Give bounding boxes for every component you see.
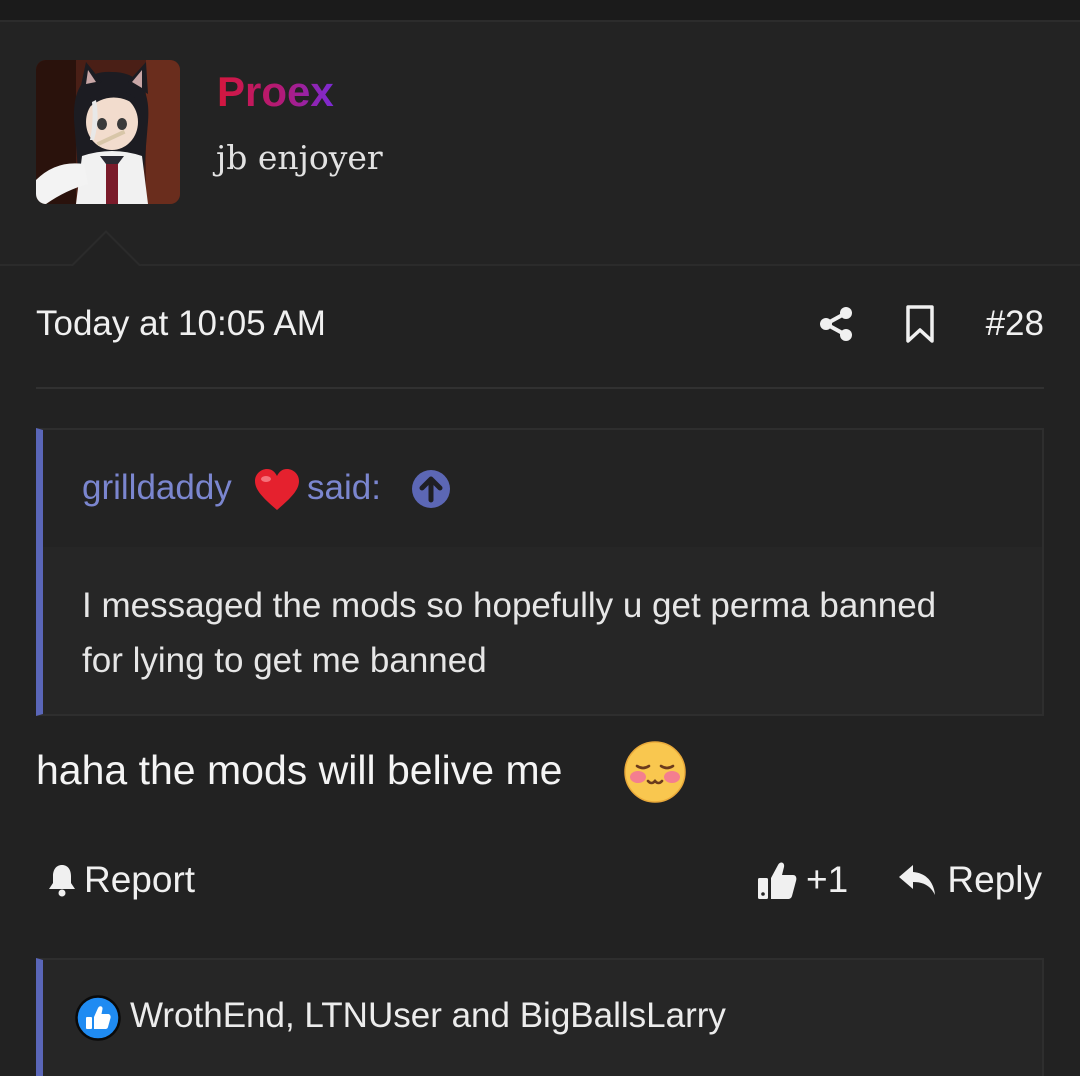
reaction-users[interactable]: WrothEnd, LTNUser and BigBallsLarry bbox=[130, 996, 726, 1036]
like-reaction-icon bbox=[75, 995, 121, 1041]
header-notch-inner bbox=[72, 233, 140, 267]
reply-arrow-icon bbox=[899, 865, 936, 895]
reply-label: Reply bbox=[947, 859, 1042, 900]
heart-icon bbox=[255, 469, 299, 510]
post-meta: Today at 10:05 AM #28 bbox=[36, 300, 1044, 352]
thumbs-up-icon bbox=[758, 862, 797, 899]
post-message: haha the mods will belive me bbox=[36, 747, 563, 793]
report-button[interactable]: Report bbox=[46, 852, 195, 908]
user-title: jb enjoyer bbox=[216, 138, 383, 177]
quote-said-label: said: bbox=[307, 468, 381, 507]
meta-divider bbox=[36, 387, 1044, 389]
quote-author[interactable]: grilldaddy bbox=[82, 468, 232, 508]
blushing-emoji-icon bbox=[624, 741, 686, 803]
bell-icon bbox=[49, 865, 75, 897]
share-icon[interactable] bbox=[816, 304, 856, 344]
quote-text: I messaged the mods so hopefully u get p… bbox=[82, 586, 937, 680]
post-number[interactable]: #28 bbox=[986, 304, 1044, 344]
post-timestamp[interactable]: Today at 10:05 AM bbox=[36, 304, 326, 344]
quote-header: grilldaddy said: bbox=[43, 430, 1042, 547]
reply-button[interactable]: Reply bbox=[897, 852, 1042, 908]
post-actions: Report +1 Reply bbox=[36, 852, 1044, 908]
bookmark-icon[interactable] bbox=[900, 304, 940, 344]
user-header: Proex jb enjoyer bbox=[0, 22, 1080, 266]
report-label: Report bbox=[84, 859, 196, 900]
username[interactable]: Proex bbox=[217, 68, 334, 116]
reactions-bar[interactable]: WrothEnd, LTNUser and BigBallsLarry bbox=[36, 958, 1044, 1076]
avatar-image bbox=[36, 60, 180, 204]
like-button[interactable]: +1 bbox=[756, 852, 848, 908]
quote-block: grilldaddy said: I messaged the mods so … bbox=[36, 428, 1044, 716]
like-count: +1 bbox=[806, 859, 849, 900]
arrow-up-circle-icon[interactable] bbox=[411, 469, 451, 509]
avatar[interactable] bbox=[36, 60, 180, 204]
top-bar bbox=[0, 0, 1080, 22]
